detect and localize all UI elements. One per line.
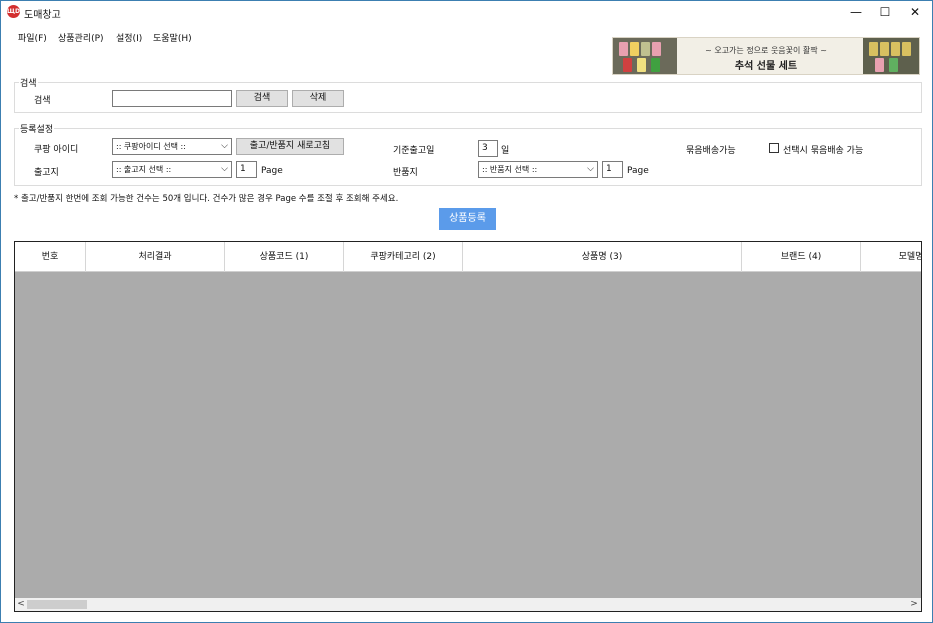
- gift-box-icon: [902, 42, 911, 56]
- scrollbar-thumb[interactable]: [27, 600, 87, 609]
- coupang-id-select-value: :: 쿠팡아이디 선택 ::: [116, 142, 186, 151]
- chevron-down-icon: ⌵: [221, 164, 228, 174]
- column-header-model[interactable]: 모델명: [861, 242, 921, 272]
- column-header-product-code[interactable]: 상품코드 (1): [225, 242, 344, 272]
- refresh-shipping-return-button[interactable]: 출고/반품지 새로고침: [236, 138, 344, 155]
- return-page-input[interactable]: 1: [602, 161, 623, 178]
- product-grid[interactable]: 번호 처리결과 상품코드 (1) 쿠팡카테고리 (2) 상품명 (3) 브랜드 …: [14, 241, 922, 612]
- column-header-number[interactable]: 번호: [15, 242, 86, 272]
- register-product-button[interactable]: 상품등록: [439, 208, 496, 230]
- search-button[interactable]: 검색: [236, 90, 288, 107]
- menu-file[interactable]: 파일(F): [18, 31, 47, 44]
- return-page-unit: Page: [627, 166, 649, 176]
- bundle-shipping-label: 묶음배송가능: [686, 146, 736, 156]
- gift-box-icon: [880, 42, 889, 56]
- return-place-select-value: :: 반품지 선택 ::: [482, 165, 538, 174]
- bundle-shipping-checkbox[interactable]: [769, 143, 779, 153]
- shipping-place-select[interactable]: :: 출고지 선택 :: ⌵: [112, 161, 232, 178]
- scroll-right-icon[interactable]: >: [908, 598, 920, 611]
- base-days-input[interactable]: 3: [478, 140, 498, 157]
- search-group-label: 검색: [19, 76, 38, 89]
- gift-set-image-right: [863, 38, 919, 74]
- menu-help[interactable]: 도움말(H): [153, 31, 192, 44]
- delete-button[interactable]: 삭제: [292, 90, 344, 107]
- coupang-id-label: 쿠팡 아이디: [34, 145, 79, 155]
- horizontal-scrollbar[interactable]: < >: [15, 598, 921, 611]
- menu-settings[interactable]: 설정(I): [116, 31, 142, 44]
- title-bar: ЩD 도매창고 — ☐ ✕: [1, 1, 932, 23]
- return-place-label: 반품지: [393, 168, 418, 178]
- scroll-left-icon[interactable]: <: [15, 598, 27, 611]
- gift-box-icon: [889, 58, 898, 72]
- notice-text: * 출고/반품지 한번에 조회 가능한 건수는 50개 입니다. 건수가 많은 …: [14, 194, 399, 204]
- coupang-id-select[interactable]: :: 쿠팡아이디 선택 :: ⌵: [112, 138, 232, 155]
- gift-box-icon: [869, 42, 878, 56]
- maximize-button[interactable]: ☐: [868, 1, 902, 23]
- grid-header: 번호 처리결과 상품코드 (1) 쿠팡카테고리 (2) 상품명 (3) 브랜드 …: [15, 242, 921, 272]
- shipping-page-unit: Page: [261, 166, 283, 176]
- column-header-product-name[interactable]: 상품명 (3): [463, 242, 742, 272]
- return-place-select[interactable]: :: 반품지 선택 :: ⌵: [478, 161, 598, 178]
- shipping-place-label: 출고지: [34, 168, 59, 178]
- shipping-place-select-value: :: 출고지 선택 ::: [116, 165, 172, 174]
- gift-box-icon: [891, 42, 900, 56]
- close-button[interactable]: ✕: [898, 1, 932, 23]
- menu-product[interactable]: 상품관리(P): [58, 31, 104, 44]
- column-header-brand[interactable]: 브랜드 (4): [742, 242, 861, 272]
- app-window: ЩD 도매창고 — ☐ ✕ 파일(F) 상품관리(P) 설정(I) 도움말(H)…: [0, 0, 933, 623]
- app-logo-icon: ЩD: [7, 5, 20, 18]
- base-days-label: 기준출고일: [393, 146, 435, 156]
- shipping-page-input[interactable]: 1: [236, 161, 257, 178]
- register-group-label: 등록설정: [19, 122, 55, 135]
- bundle-shipping-checkbox-label: 선택시 묶음배송 가능: [783, 146, 864, 156]
- search-input[interactable]: [112, 90, 232, 107]
- promo-banner[interactable]: ~ 오고가는 정으로 웃음꽃이 활짝 ~ 추석 선물 세트: [612, 37, 920, 75]
- search-label: 검색: [34, 96, 51, 106]
- chevron-down-icon: ⌵: [587, 164, 594, 174]
- chevron-down-icon: ⌵: [221, 141, 228, 151]
- column-header-category[interactable]: 쿠팡카테고리 (2): [344, 242, 463, 272]
- gift-box-icon: [875, 58, 884, 72]
- column-header-result[interactable]: 처리결과: [86, 242, 225, 272]
- base-days-unit: 일: [501, 146, 510, 156]
- window-title: 도매창고: [24, 10, 61, 21]
